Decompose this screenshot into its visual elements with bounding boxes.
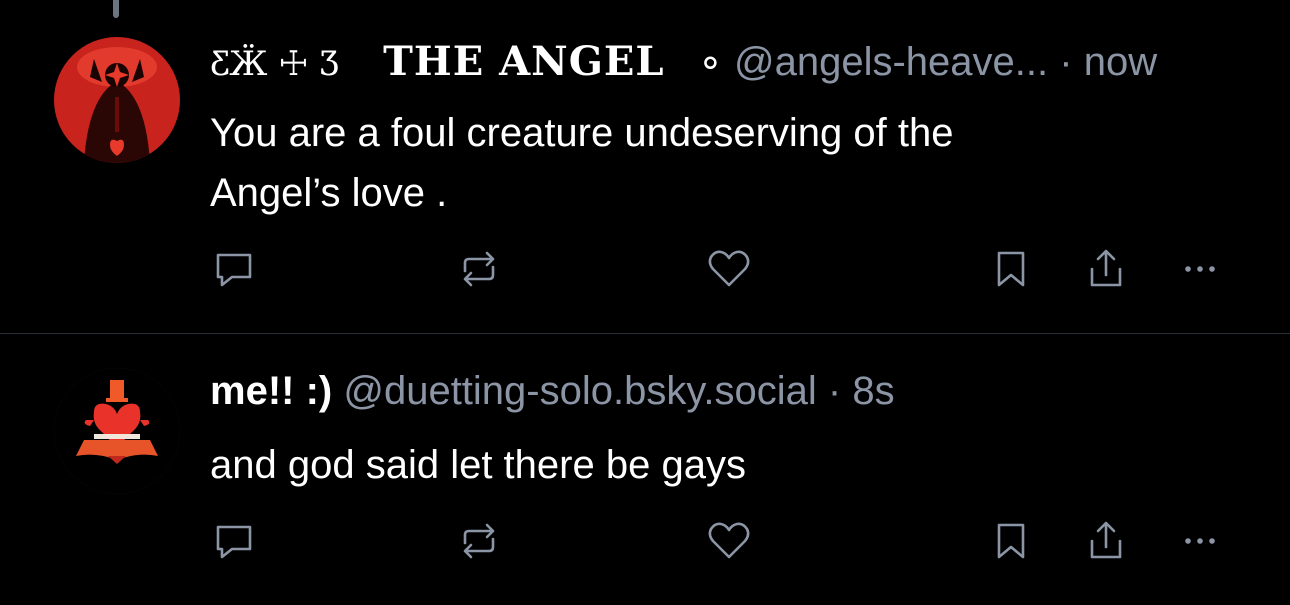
heart-tophat-avatar-icon — [54, 368, 180, 494]
reply-icon — [216, 253, 252, 287]
share-button[interactable] — [1082, 245, 1130, 293]
bookmark-button[interactable] — [987, 245, 1035, 293]
post-1[interactable]: ƸӜ ☩ Ʒ THE ANGEL ∘ @angels-heave... · no… — [0, 0, 1290, 333]
post-text-line: and god said let there be gays — [210, 443, 746, 487]
name-decoration: ƸӜ ☩ Ʒ — [210, 44, 339, 84]
repost-icon — [463, 523, 495, 559]
like-button[interactable] — [705, 517, 753, 565]
display-name[interactable]: me!! :) — [210, 369, 332, 413]
avatar[interactable] — [54, 368, 180, 494]
action-bar — [0, 245, 1290, 293]
action-bar — [0, 517, 1290, 565]
post-text: You are a foul creature undeserving of t… — [210, 103, 953, 223]
more-icon — [1185, 538, 1215, 544]
repost-button[interactable] — [455, 245, 503, 293]
post-text-line: You are a foul creature undeserving of t… — [210, 111, 954, 155]
reply-button[interactable] — [210, 245, 258, 293]
timestamp[interactable]: now — [1084, 40, 1157, 84]
bookmark-button[interactable] — [987, 517, 1035, 565]
avatar[interactable] — [54, 37, 180, 163]
like-icon — [708, 250, 750, 287]
share-button[interactable] — [1082, 517, 1130, 565]
like-icon — [708, 522, 750, 559]
separator-dot: · — [827, 369, 842, 413]
post-text-line: Angel’s love . — [210, 171, 448, 215]
separator-dot: · — [1059, 40, 1073, 84]
share-icon — [1090, 249, 1122, 287]
more-icon — [1185, 266, 1215, 272]
handle[interactable]: @duetting-solo.bsky.social — [343, 369, 816, 413]
repost-button[interactable] — [455, 517, 503, 565]
reply-icon — [216, 525, 252, 559]
display-name[interactable]: THE ANGEL — [383, 38, 664, 85]
post-header: ƸӜ ☩ Ʒ THE ANGEL ∘ @angels-heave... · no… — [210, 38, 1157, 88]
red-angel-avatar-icon — [54, 37, 180, 163]
post-header: me!! :) @duetting-solo.bsky.social · 8s — [210, 367, 895, 415]
timestamp[interactable]: 8s — [852, 369, 894, 413]
handle[interactable]: @angels-heave... — [734, 40, 1048, 84]
share-icon — [1090, 521, 1122, 559]
bookmark-icon — [997, 523, 1025, 559]
more-button[interactable] — [1176, 517, 1224, 565]
reply-button[interactable] — [210, 517, 258, 565]
bookmark-icon — [997, 251, 1025, 287]
post-2[interactable]: me!! :) @duetting-solo.bsky.social · 8s … — [0, 334, 1290, 605]
post-text: and god said let there be gays — [210, 435, 746, 495]
like-button[interactable] — [705, 245, 753, 293]
repost-icon — [463, 251, 495, 287]
name-decoration-right: ∘ — [697, 40, 723, 84]
more-button[interactable] — [1176, 245, 1224, 293]
